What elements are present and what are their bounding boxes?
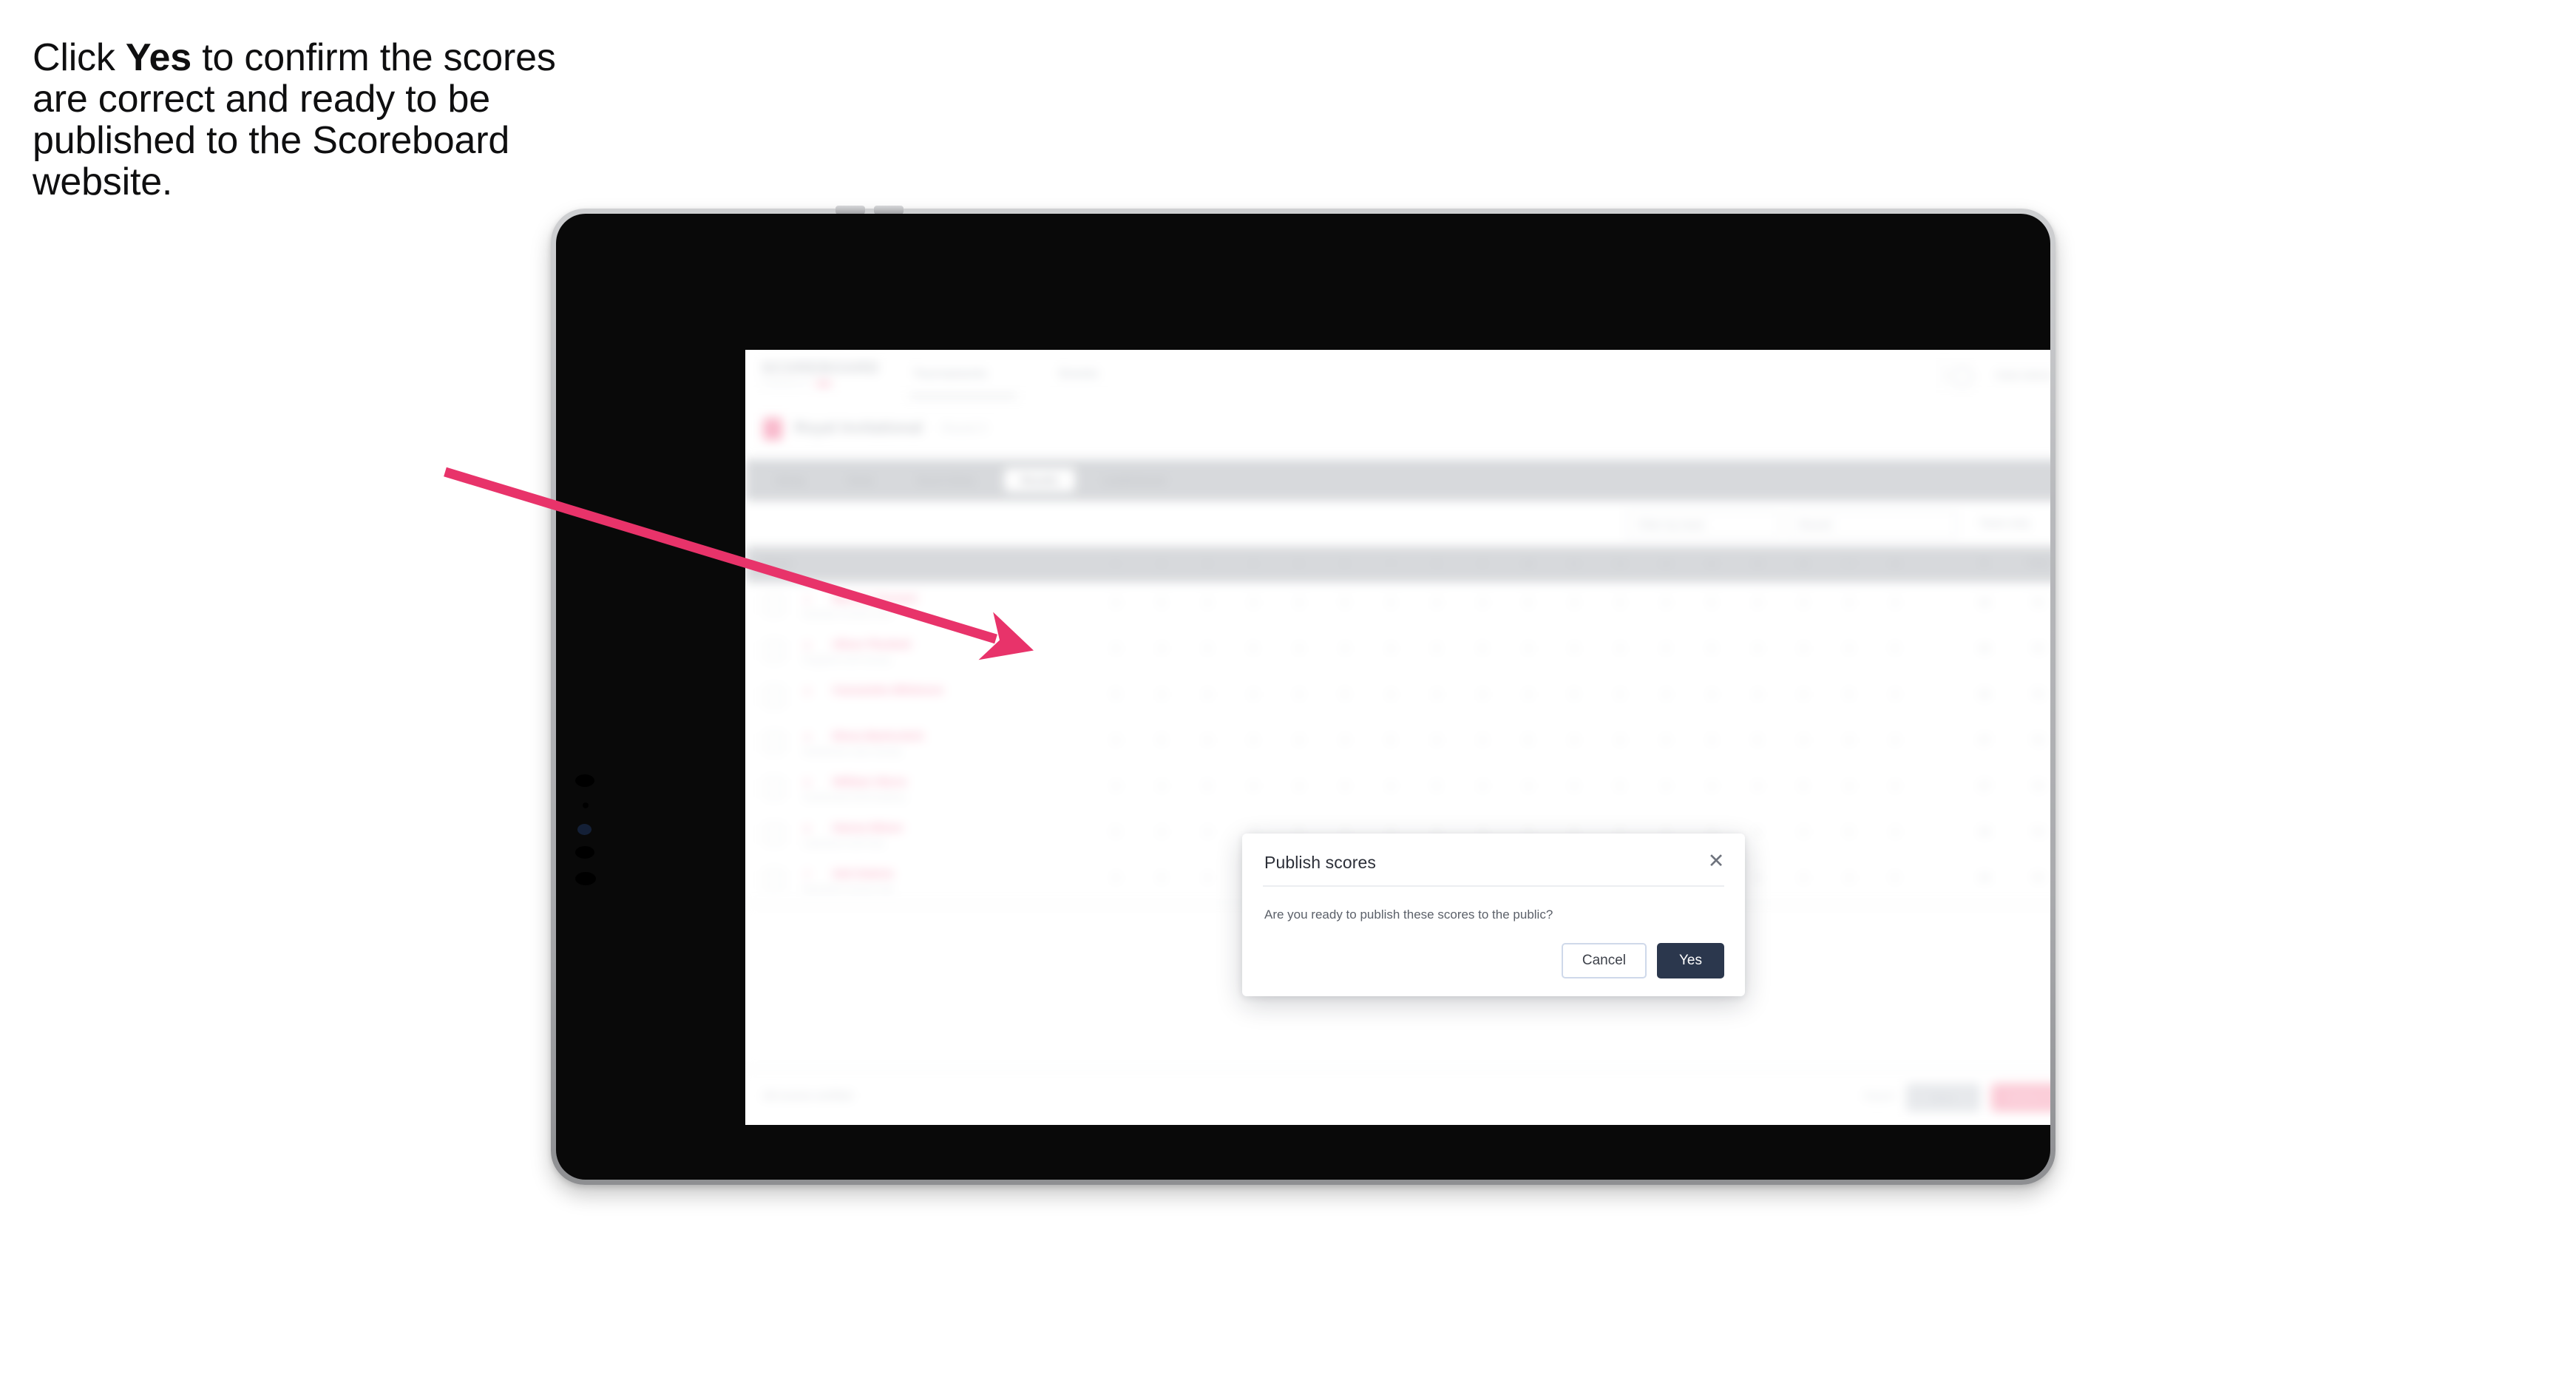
instruction-callout: Click Yes to confirm the scores are corr… bbox=[33, 37, 594, 203]
sensor-icon-1 bbox=[575, 774, 594, 787]
tablet-screen-bezel: SCOREBOARD POWERED BY Tournaments Events… bbox=[556, 214, 2050, 1180]
callout-text-pre: Click bbox=[33, 36, 126, 79]
camera-icon bbox=[577, 824, 592, 835]
publish-scores-dialog: Publish scores ✕ Are you ready to publis… bbox=[1242, 834, 1745, 996]
dialog-body-text: Are you ready to publish these scores to… bbox=[1264, 907, 1553, 922]
dialog-actions: Cancel Yes bbox=[1561, 943, 1724, 978]
cancel-button[interactable]: Cancel bbox=[1561, 943, 1647, 978]
tablet-device-frame: SCOREBOARD POWERED BY Tournaments Events… bbox=[551, 206, 2055, 1185]
dialog-title: Publish scores bbox=[1264, 853, 1376, 872]
sensor-icon-4 bbox=[575, 872, 596, 885]
callout-emphasis: Yes bbox=[125, 36, 191, 79]
sensor-icon-2 bbox=[583, 802, 589, 808]
close-icon[interactable]: ✕ bbox=[1705, 850, 1727, 872]
dialog-divider bbox=[1263, 885, 1724, 887]
app-screen: SCOREBOARD POWERED BY Tournaments Events… bbox=[745, 350, 2050, 1125]
sensor-icon-3 bbox=[575, 846, 594, 859]
yes-button[interactable]: Yes bbox=[1657, 943, 1724, 978]
modal-layer: Publish scores ✕ Are you ready to publis… bbox=[745, 350, 2050, 1125]
